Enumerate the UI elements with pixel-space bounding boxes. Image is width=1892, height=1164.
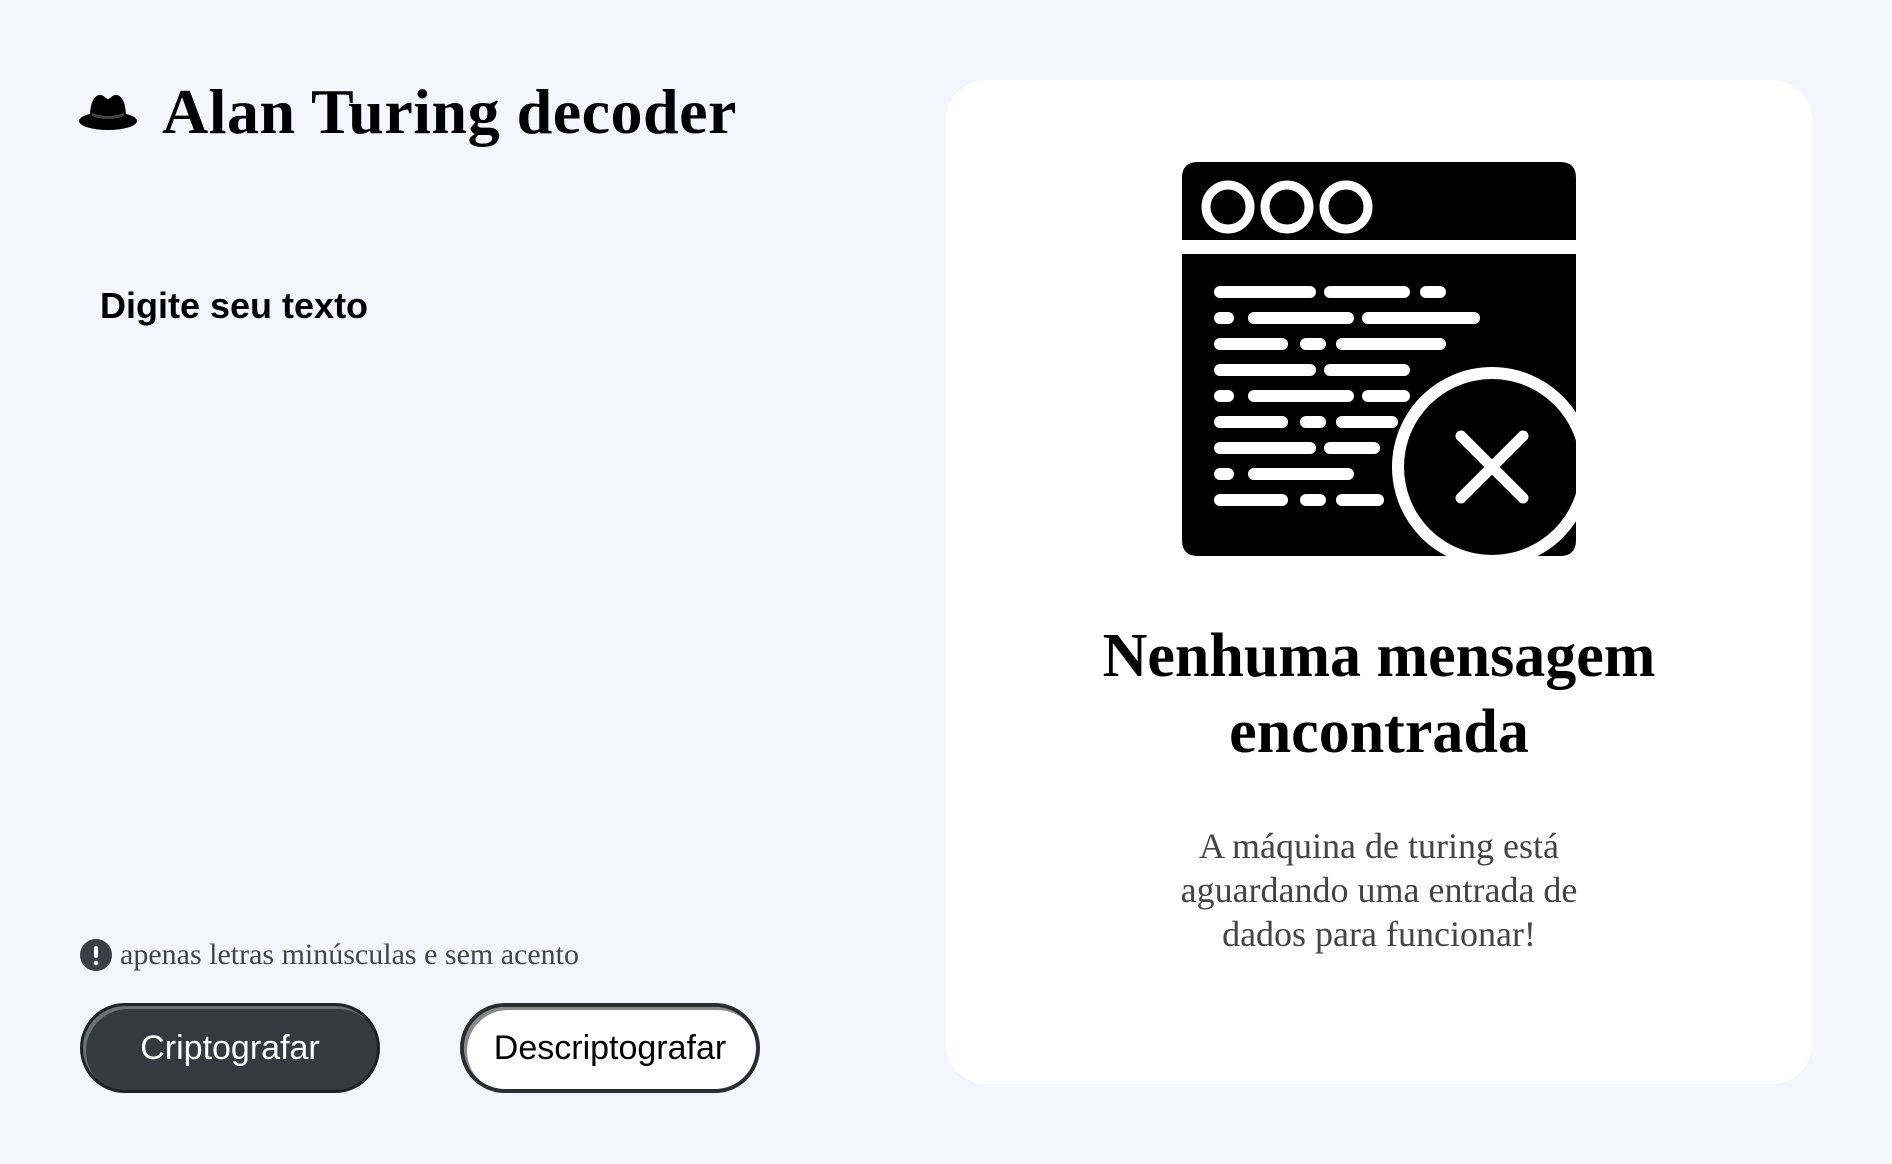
empty-state-description: A máquina de turing está aguardando uma …	[946, 824, 1812, 956]
app-title: Alan Turing decoder	[162, 76, 737, 147]
hint-text: apenas letras minúsculas e sem acento	[120, 938, 579, 971]
empty-state-description-line: A máquina de turing está	[1199, 826, 1559, 866]
message-input[interactable]	[100, 285, 880, 905]
hat-icon	[78, 91, 138, 133]
exclamation-circle-icon	[80, 939, 112, 971]
empty-state-description-line: dados para funcionar!	[1222, 914, 1536, 954]
empty-state-title-line: Nenhuma mensagem	[1102, 622, 1656, 690]
result-panel: Nenhuma mensagem encontrada A máquina de…	[946, 80, 1812, 1084]
input-hint: apenas letras minúsculas e sem acento	[80, 938, 579, 972]
app-header: Alan Turing decoder	[78, 80, 737, 144]
decrypt-button[interactable]: Descriptografar	[460, 1003, 760, 1093]
empty-state-description-line: aguardando uma entrada de	[1180, 870, 1578, 910]
document-error-icon	[1182, 162, 1576, 556]
empty-state-title: Nenhuma mensagem encontrada	[946, 618, 1812, 770]
encrypt-button[interactable]: Criptografar	[80, 1003, 380, 1093]
empty-state-title-line: encontrada	[1229, 698, 1529, 766]
